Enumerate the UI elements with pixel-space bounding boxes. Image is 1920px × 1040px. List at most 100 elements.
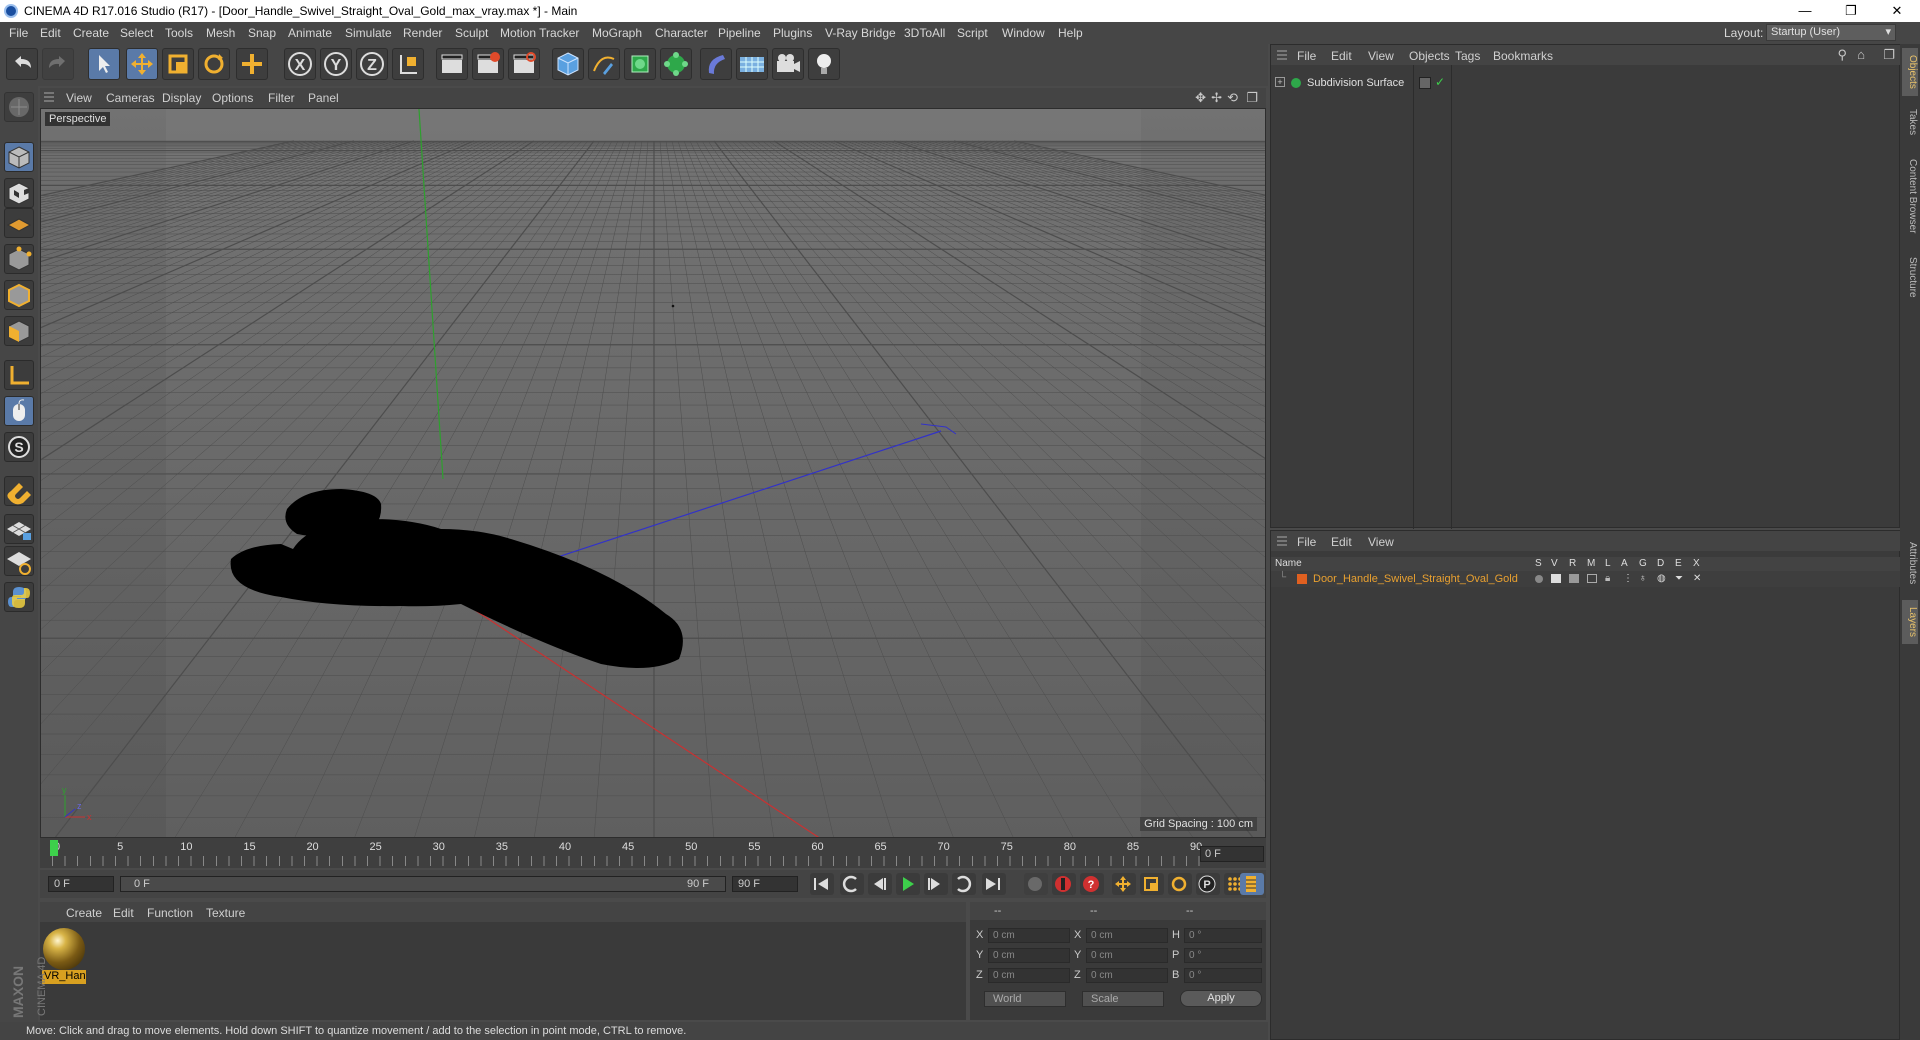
position-x-field[interactable]: 0 cm — [988, 928, 1070, 943]
key-scale-button[interactable] — [1140, 873, 1164, 895]
layer-menu-view[interactable]: View — [1368, 535, 1394, 549]
layer-column-xref[interactable]: X — [1693, 558, 1700, 569]
perspective-viewport[interactable]: y x z Perspective Grid Spacing : 100 cm — [40, 108, 1266, 838]
layer-name[interactable]: Door_Handle_Swivel_Straight_Oval_Gold — [1313, 573, 1518, 585]
object-menu-bookmarks[interactable]: Bookmarks — [1493, 49, 1553, 63]
menu-mesh[interactable]: Mesh — [206, 26, 235, 40]
restore-button[interactable]: ❐ — [1828, 0, 1874, 22]
timeline-window-button[interactable] — [1240, 873, 1264, 895]
render-settings-button[interactable] — [508, 48, 540, 80]
end-frame-field[interactable]: 90 F — [732, 876, 798, 892]
previous-key-button[interactable] — [840, 873, 864, 895]
size-z-field[interactable]: 0 cm — [1086, 968, 1168, 983]
move-tool-button[interactable] — [126, 48, 158, 80]
key-rotation-button[interactable] — [1168, 873, 1192, 895]
go-to-end-button[interactable] — [982, 873, 1006, 895]
keyframe-selection-button[interactable]: ? — [1080, 873, 1104, 895]
object-menu-view[interactable]: View — [1368, 49, 1394, 63]
tab-content-browser[interactable]: Content Browser — [1902, 148, 1918, 244]
menu-mograph[interactable]: MoGraph — [592, 26, 642, 40]
menu-help[interactable]: Help — [1058, 26, 1083, 40]
autokeying-button[interactable] — [1052, 873, 1076, 895]
play-button[interactable] — [896, 873, 920, 895]
make-editable-button[interactable] — [4, 92, 34, 122]
generator-icon[interactable]: ♁ — [1639, 573, 1647, 584]
tab-layers[interactable]: Layers — [1902, 600, 1918, 644]
menu-tools[interactable]: Tools — [165, 26, 193, 40]
orbit-view-icon[interactable]: ⟲ — [1227, 90, 1238, 106]
viewport-menu-view[interactable]: View — [66, 91, 92, 105]
layer-row-door-handle[interactable]: └ Door_Handle_Swivel_Straight_Oval_Gold … — [1271, 571, 1901, 587]
rotation-h-field[interactable]: 0 ° — [1184, 928, 1262, 943]
tab-takes[interactable]: Takes — [1902, 104, 1918, 140]
expand-toggle-icon[interactable]: + — [1275, 77, 1285, 87]
model-mode-button[interactable] — [4, 142, 34, 172]
eye-view-icon[interactable] — [1551, 574, 1561, 583]
menu-edit[interactable]: Edit — [40, 26, 61, 40]
next-frame-button[interactable] — [924, 873, 948, 895]
locked-workplane-button[interactable] — [4, 514, 34, 544]
layer-column-deformers[interactable]: D — [1657, 558, 1664, 569]
coordinate-system-button[interactable] — [392, 48, 424, 80]
edges-mode-button[interactable] — [4, 280, 34, 310]
tab-attributes[interactable]: Attributes — [1902, 532, 1918, 594]
timeline-ruler[interactable]: 051015202530354045505560657075808590 0 F — [40, 838, 1266, 868]
layer-column-locked[interactable]: L — [1605, 558, 1611, 569]
workplane-mode-button[interactable] — [4, 208, 34, 238]
viewport-menu-display[interactable]: Display — [162, 91, 201, 105]
tweak-mode-button[interactable] — [4, 396, 34, 426]
layer-menu-edit[interactable]: Edit — [1331, 535, 1352, 549]
layer-color-swatch[interactable] — [1297, 574, 1307, 584]
live-selection-button[interactable] — [88, 48, 120, 80]
render-to-picture-viewer-button[interactable] — [472, 48, 504, 80]
layer-column-solo[interactable]: S — [1535, 558, 1542, 569]
material-menu-create[interactable]: Create — [66, 906, 102, 920]
polygons-mode-button[interactable] — [4, 316, 34, 346]
current-frame-field[interactable]: 0 F — [1200, 846, 1264, 862]
add-camera-button[interactable] — [772, 48, 804, 80]
texture-mode-button[interactable] — [4, 178, 34, 208]
tab-structure[interactable]: Structure — [1902, 250, 1918, 304]
tab-objects[interactable]: Objects — [1902, 48, 1918, 96]
python-button[interactable] — [4, 582, 34, 612]
next-key-button[interactable] — [952, 873, 976, 895]
go-to-start-button[interactable] — [810, 873, 834, 895]
add-generator-button[interactable] — [624, 48, 656, 80]
layer-column-expressions[interactable]: E — [1675, 558, 1682, 569]
redo-button[interactable] — [42, 48, 74, 80]
menu-snap[interactable]: Snap — [248, 26, 276, 40]
material-menu-edit[interactable]: Edit — [113, 906, 134, 920]
layer-column-manager[interactable]: M — [1587, 558, 1595, 569]
object-row-subdivision-surface[interactable]: + Subdivision Surface ✓ — [1271, 75, 1901, 93]
add-deformer-button[interactable] — [700, 48, 732, 80]
planar-workplane-button[interactable] — [4, 546, 34, 576]
apply-button[interactable]: Apply — [1180, 990, 1262, 1007]
object-menu-edit[interactable]: Edit — [1331, 49, 1352, 63]
key-position-button[interactable] — [1112, 873, 1136, 895]
add-floor-button[interactable] — [736, 48, 768, 80]
add-cube-button[interactable] — [552, 48, 584, 80]
solo-dot-icon[interactable] — [1535, 575, 1543, 583]
rotation-b-field[interactable]: 0 ° — [1184, 968, 1262, 983]
points-mode-button[interactable] — [4, 244, 34, 274]
expand-panel-icon[interactable]: ❐ — [1883, 47, 1895, 63]
object-menu-file[interactable]: File — [1297, 49, 1316, 63]
solo-mode-button[interactable]: S — [4, 432, 34, 462]
render-clapper-icon[interactable] — [1569, 574, 1579, 583]
search-icon[interactable]: ⚲ — [1837, 47, 1847, 63]
rotation-p-field[interactable]: 0 ° — [1184, 948, 1262, 963]
start-frame-field[interactable]: 0 F — [48, 876, 114, 892]
menu-sculpt[interactable]: Sculpt — [455, 26, 488, 40]
add-spline-button[interactable] — [588, 48, 620, 80]
menu-3dtoall[interactable]: 3DToAll — [904, 26, 945, 40]
menu-animate[interactable]: Animate — [288, 26, 332, 40]
visibility-toggle-icon[interactable] — [1419, 77, 1431, 89]
animation-film-icon[interactable]: ⋮ — [1623, 573, 1633, 584]
render-view-button[interactable] — [436, 48, 468, 80]
object-menu-objects[interactable]: Objects — [1409, 49, 1450, 63]
z-axis-button[interactable]: Z — [356, 48, 388, 80]
scale-tool-button[interactable] — [162, 48, 194, 80]
viewport-menu-filter[interactable]: Filter — [268, 91, 295, 105]
snap-button[interactable] — [4, 476, 34, 506]
rotate-tool-button[interactable] — [198, 48, 230, 80]
